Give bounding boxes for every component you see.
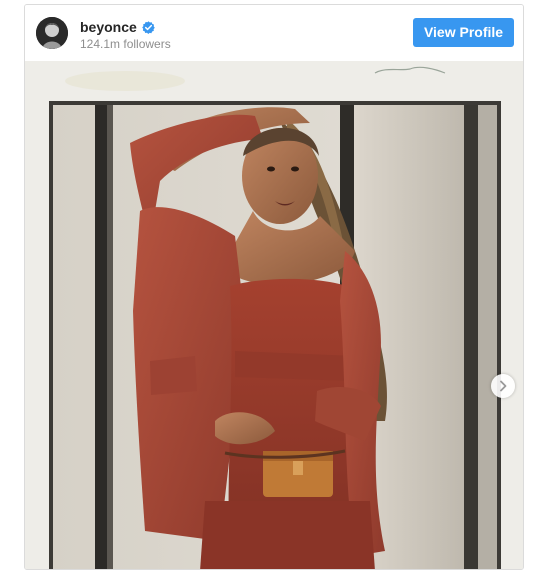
username-row: beyonce: [80, 19, 155, 35]
next-slide-button[interactable]: [491, 374, 515, 398]
username[interactable]: beyonce: [80, 19, 137, 35]
view-profile-button[interactable]: View Profile: [413, 18, 514, 47]
instagram-embed: beyonce 124.1m followers View Profile: [24, 4, 524, 570]
chevron-right-icon: [500, 380, 507, 392]
embed-header: beyonce 124.1m followers View Profile: [25, 5, 523, 61]
verified-badge-icon: [142, 20, 155, 34]
post-photo[interactable]: [25, 61, 523, 569]
avatar[interactable]: [36, 17, 68, 49]
follower-count: 124.1m followers: [80, 37, 171, 51]
avatar-image: [36, 17, 68, 49]
post-image: [25, 61, 523, 569]
